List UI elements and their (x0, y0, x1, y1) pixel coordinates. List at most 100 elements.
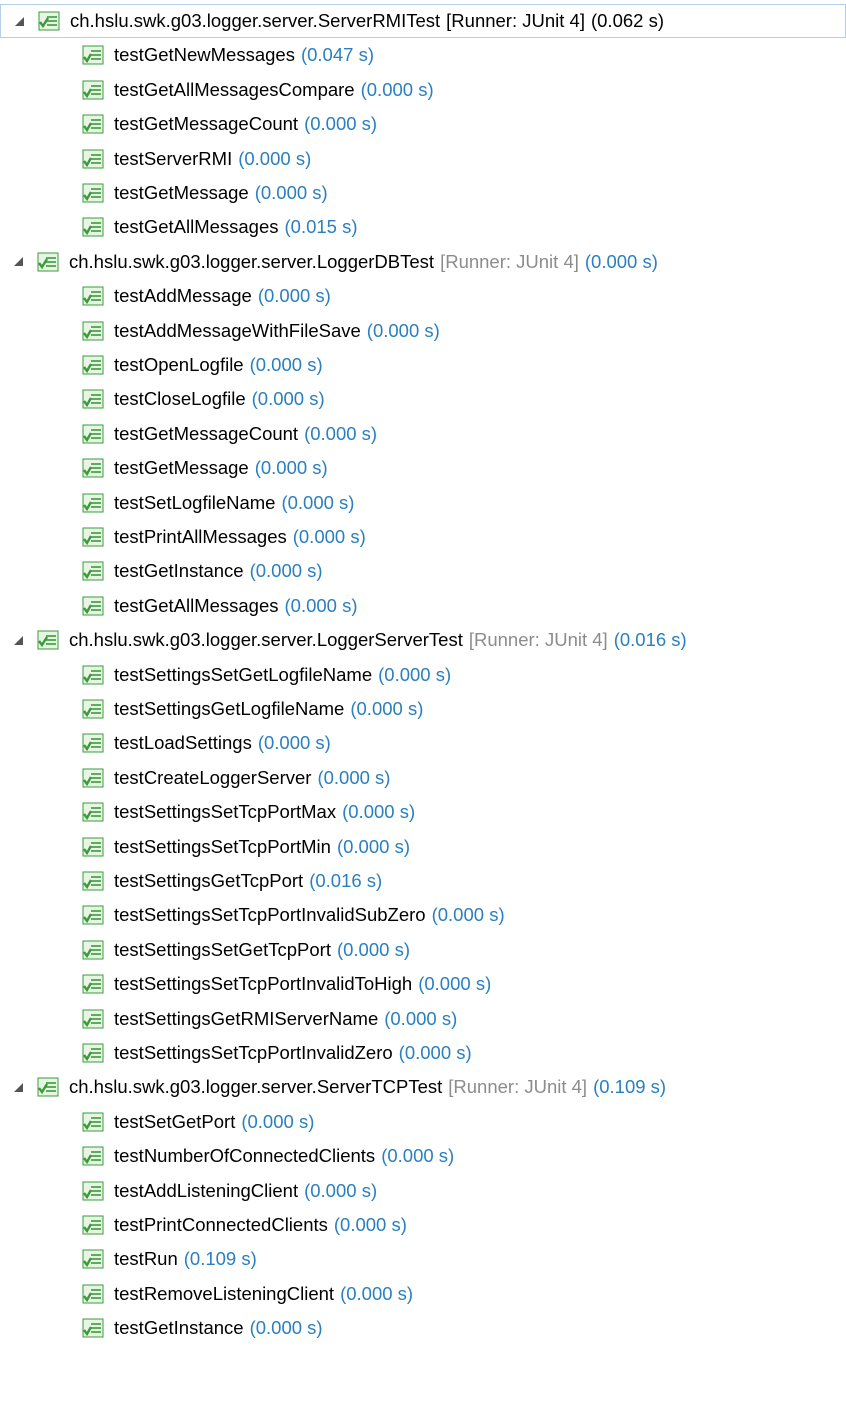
test-time: (0.000 s) (398, 1042, 472, 1063)
test-case-row[interactable]: testSettingsGetLogfileName (0.000 s) (0, 692, 846, 726)
test-case-row[interactable]: testGetAllMessages (0.015 s) (0, 210, 846, 244)
tree-expanded-icon[interactable] (14, 1082, 23, 1092)
test-case-row[interactable]: testCreateLoggerServer (0.000 s) (0, 761, 846, 795)
test-case-row[interactable]: testSetGetPort (0.000 s) (0, 1105, 846, 1139)
test-case-passed-icon (82, 1146, 104, 1166)
test-case-passed-icon (82, 183, 104, 203)
test-name: testCreateLoggerServer (114, 766, 312, 788)
test-time: (0.016 s) (309, 870, 383, 891)
test-suite-row[interactable]: ch.hslu.swk.g03.logger.server.LoggerDBTe… (0, 245, 846, 279)
tree-expanded-icon[interactable] (15, 16, 24, 26)
test-time: (0.000 s) (342, 801, 416, 823)
test-case-row[interactable]: testSettingsSetGetLogfileName (0.000 s) (0, 658, 846, 692)
test-suite-row[interactable]: ch.hslu.swk.g03.logger.server.LoggerServ… (0, 623, 846, 657)
test-case-row[interactable]: testServerRMI (0.000 s) (0, 142, 846, 176)
test-name: testAddMessage (114, 285, 252, 307)
suite-runner: [Runner: JUnit 4] (446, 10, 585, 31)
test-name: testRemoveListeningClient (114, 1282, 335, 1304)
test-time: (0.000 s) (249, 354, 323, 375)
test-case-row[interactable]: testOpenLogfile (0.000 s) (0, 348, 846, 382)
suite-runner: [Runner: JUnit 4] (468, 629, 608, 651)
test-case-row[interactable]: testPrintAllMessages (0.000 s) (0, 520, 846, 554)
test-case-row[interactable]: testGetMessage (0.000 s) (0, 176, 846, 210)
test-case-passed-icon (82, 149, 104, 169)
test-case-row[interactable]: testPrintConnectedClients (0.000 s) (0, 1208, 846, 1242)
test-name: testSetGetPort (114, 1110, 236, 1132)
test-case-row[interactable]: testSettingsSetTcpPortInvalidZero (0.000 … (0, 1036, 846, 1070)
test-case-row[interactable]: testSettingsGetRMIServerName (0.000 s) (0, 1002, 846, 1036)
test-suite-row[interactable]: ch.hslu.swk.g03.logger.server.ServerRMIT… (0, 4, 846, 38)
test-case-row[interactable]: testNumberOfConnectedClients (0.000 s) (0, 1139, 846, 1173)
test-time: (0.000 s) (249, 560, 323, 582)
test-time: (0.000 s) (254, 182, 328, 203)
suite-name: ch.hslu.swk.g03.logger.server.ServerTCPT… (69, 1076, 443, 1098)
test-name: testGetMessageCount (114, 422, 299, 444)
test-case-passed-icon (82, 596, 104, 616)
test-time: (0.000 s) (317, 766, 391, 788)
test-name: testGetInstance (114, 1317, 244, 1339)
test-case-row[interactable]: testSettingsSetTcpPortMax (0.000 s) (0, 795, 846, 829)
tree-expanded-icon[interactable] (14, 635, 23, 645)
test-time: (0.000 s) (336, 835, 410, 857)
test-case-row[interactable]: testSetLogfileName (0.000 s) (0, 486, 846, 520)
test-time: (0.000 s) (350, 698, 424, 719)
test-time: (0.000 s) (251, 388, 325, 410)
test-case-passed-icon (82, 1043, 104, 1063)
test-time: (0.000 s) (292, 526, 366, 547)
test-case-row[interactable]: testSettingsSetTcpPortInvalidSubZero (0.0… (0, 898, 846, 932)
test-case-row[interactable]: testRun (0.109 s) (0, 1242, 846, 1276)
test-case-row[interactable]: testGetInstance (0.000 s) (0, 1311, 846, 1345)
suite-time: (0.062 s) (590, 10, 664, 31)
test-case-row[interactable]: testGetMessageCount (0.000 s) (0, 107, 846, 141)
test-name: testGetMessageCount (114, 113, 299, 135)
test-case-row[interactable]: testGetInstance (0.000 s) (0, 554, 846, 588)
test-time: (0.000 s) (257, 285, 331, 307)
test-name: testServerRMI (114, 147, 233, 169)
test-time: (0.000 s) (360, 78, 434, 100)
test-case-row[interactable]: testGetMessageCount (0.000 s) (0, 417, 846, 451)
test-name: testGetMessage (114, 457, 249, 479)
test-case-row[interactable]: testAddMessageWithFileSave (0.000 s) (0, 314, 846, 348)
test-time: (0.000 s) (257, 732, 331, 754)
test-case-row[interactable]: testSettingsSetGetTcpPort (0.000 s) (0, 933, 846, 967)
test-case-row[interactable]: testAddListeningClient (0.000 s) (0, 1174, 846, 1208)
test-time: (0.000 s) (384, 1007, 458, 1029)
test-case-passed-icon (82, 217, 104, 237)
test-suite-row[interactable]: ch.hslu.swk.g03.logger.server.ServerTCPT… (0, 1070, 846, 1104)
test-name: testGetNewMessages (114, 44, 295, 66)
test-case-row[interactable]: testRemoveListeningClient (0.000 s) (0, 1277, 846, 1311)
test-time: (0.000 s) (254, 457, 328, 479)
suite-name: ch.hslu.swk.g03.logger.server.ServerRMIT… (70, 10, 441, 31)
test-case-row[interactable]: testCloseLogfile (0.000 s) (0, 382, 846, 416)
test-time: (0.000 s) (431, 904, 505, 926)
test-case-passed-icon (82, 45, 104, 65)
test-case-passed-icon (82, 389, 104, 409)
test-time: (0.000 s) (340, 1282, 414, 1304)
test-time: (0.000 s) (304, 422, 378, 444)
test-case-row[interactable]: testSettingsGetTcpPort (0.016 s) (0, 864, 846, 898)
test-case-row[interactable]: testSettingsSetTcpPortMin (0.000 s) (0, 830, 846, 864)
test-time: (0.000 s) (418, 973, 492, 995)
test-case-row[interactable]: testAddMessage (0.000 s) (0, 279, 846, 313)
suite-time: (0.109 s) (593, 1076, 667, 1098)
test-time: (0.000 s) (381, 1145, 455, 1167)
suite-runner: [Runner: JUnit 4] (448, 1076, 588, 1098)
test-time: (0.000 s) (249, 1317, 323, 1339)
test-case-row[interactable]: testGetMessage (0.000 s) (0, 451, 846, 485)
test-case-passed-icon (82, 1181, 104, 1201)
test-name: testCloseLogfile (114, 388, 246, 410)
test-case-passed-icon (82, 286, 104, 306)
test-name: testGetMessage (114, 182, 249, 203)
test-case-row[interactable]: testLoadSettings (0.000 s) (0, 726, 846, 760)
test-name: testPrintAllMessages (114, 526, 287, 547)
test-case-row[interactable]: testGetAllMessagesCompare (0.000 s) (0, 73, 846, 107)
test-case-row[interactable]: testGetNewMessages (0.047 s) (0, 38, 846, 72)
test-case-passed-icon (82, 1112, 104, 1132)
test-case-row[interactable]: testGetAllMessages (0.000 s) (0, 589, 846, 623)
test-name: testSettingsSetGetTcpPort (114, 938, 331, 960)
tree-expanded-icon[interactable] (14, 257, 23, 267)
test-name: testSettingsGetLogfileName (114, 698, 345, 719)
test-name: testSettingsSetTcpPortInvalidToHigh (114, 973, 413, 995)
test-name: testSettingsSetTcpPortMin (114, 835, 331, 857)
test-case-row[interactable]: testSettingsSetTcpPortInvalidToHigh (0.00… (0, 967, 846, 1001)
